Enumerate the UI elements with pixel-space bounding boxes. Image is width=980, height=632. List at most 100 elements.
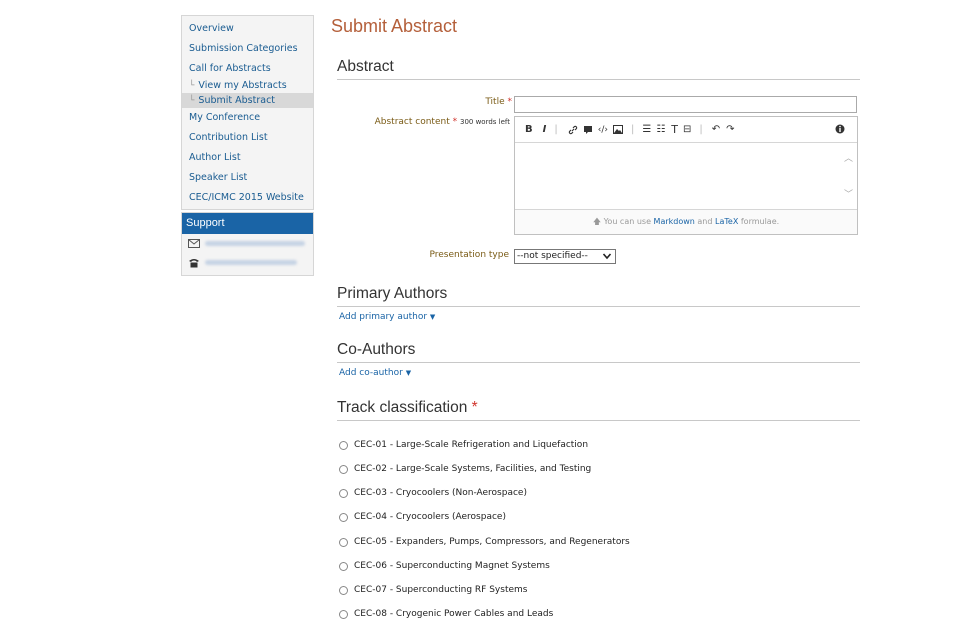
- sidebar-item-my-conference[interactable]: My Conference: [182, 108, 313, 128]
- image-icon[interactable]: [612, 125, 623, 134]
- hint-text: and: [697, 217, 713, 226]
- sidebar-nav: Overview Submission Categories Call for …: [181, 15, 314, 211]
- bold-button[interactable]: B: [525, 124, 533, 135]
- required-mark: *: [507, 97, 513, 107]
- page-title: Submit Abstract: [331, 16, 458, 36]
- phone-icon: [189, 258, 199, 267]
- sidebar-item-call-for-abstracts[interactable]: Call for Abstracts: [182, 59, 313, 79]
- sidebar-item-author-list[interactable]: Author List: [182, 148, 313, 168]
- track-label: CEC-05 - Expanders, Pumps, Compressors, …: [354, 537, 630, 547]
- track-label: CEC-03 - Cryocoolers (Non-Aerospace): [354, 488, 527, 498]
- sidebar-item-speaker-list[interactable]: Speaker List: [182, 168, 313, 188]
- track-option-1[interactable]: CEC-01 - Large-Scale Refrigeration and L…: [339, 440, 588, 450]
- abstract-editor: B I | ‹/› | ☰ ☷ T ⊟ | ↶ ↷ ︿ ﹀ 🡅 You can …: [514, 116, 858, 235]
- section-abstract-heading: Abstract: [337, 58, 860, 80]
- scroll-up-icon[interactable]: ︿: [844, 151, 853, 164]
- ordered-list-icon[interactable]: ☰: [642, 124, 651, 135]
- sidebar-item-submit-abstract[interactable]: └ Submit Abstract: [182, 93, 313, 109]
- section-co-authors-heading: Co-Authors: [337, 341, 860, 363]
- track-option-6[interactable]: CEC-06 - Superconducting Magnet Systems: [339, 561, 550, 571]
- radio-button[interactable]: [339, 537, 348, 547]
- hint-text: You can use: [603, 217, 651, 226]
- radio-button[interactable]: [339, 464, 348, 474]
- unordered-list-icon[interactable]: ☷: [656, 124, 665, 135]
- toolbar-divider: |: [554, 124, 558, 135]
- presentation-type-select[interactable]: --not specified--: [514, 249, 616, 264]
- horizontal-rule-icon[interactable]: ⊟: [683, 124, 691, 135]
- italic-button[interactable]: I: [543, 124, 547, 135]
- track-option-3[interactable]: CEC-03 - Cryocoolers (Non-Aerospace): [339, 488, 527, 498]
- title-label: Title *: [440, 97, 512, 107]
- radio-button[interactable]: [339, 561, 348, 571]
- sidebar-item-label: Submit Abstract: [198, 95, 276, 107]
- section-track-classification-heading: Track classification *: [337, 399, 860, 421]
- content-label-text: Abstract content: [374, 117, 450, 127]
- support-title: Support: [182, 213, 313, 234]
- link-icon[interactable]: [568, 125, 578, 135]
- support-phone-row: [182, 253, 313, 272]
- editor-toolbar: B I | ‹/› | ☰ ☷ T ⊟ | ↶ ↷: [515, 117, 857, 143]
- toolbar-divider: |: [630, 124, 635, 135]
- envelope-icon: [188, 239, 200, 248]
- track-label: CEC-01 - Large-Scale Refrigeration and L…: [354, 440, 589, 450]
- presentation-type-value: --not specified--: [517, 251, 588, 261]
- tree-corner-icon: └: [189, 96, 195, 107]
- track-option-7[interactable]: CEC-07 - Superconducting RF Systems: [339, 585, 527, 595]
- scroll-down-icon[interactable]: ﹀: [844, 187, 853, 200]
- add-co-author-button[interactable]: Add co-author ▼: [339, 368, 411, 378]
- caret-down-icon: ▼: [429, 313, 436, 321]
- add-primary-author-button[interactable]: Add primary author ▼: [339, 312, 435, 322]
- code-icon[interactable]: ‹/›: [598, 125, 608, 135]
- undo-icon[interactable]: ↶: [712, 124, 720, 135]
- track-label: CEC-06 - Superconducting Magnet Systems: [354, 561, 550, 571]
- track-label: CEC-08 - Cryogenic Power Cables and Lead…: [354, 609, 554, 619]
- track-option-4[interactable]: CEC-04 - Cryocoolers (Aerospace): [339, 512, 506, 522]
- upload-arrow-icon: 🡅: [592, 217, 602, 226]
- track-label: CEC-04 - Cryocoolers (Aerospace): [354, 512, 506, 522]
- tree-corner-icon: └: [189, 81, 195, 92]
- sidebar-item-submission-categories[interactable]: Submission Categories: [182, 39, 313, 59]
- radio-button[interactable]: [339, 585, 348, 595]
- sidebar-item-contribution-list[interactable]: Contribution List: [182, 128, 313, 148]
- toolbar-divider: |: [699, 124, 703, 135]
- radio-button[interactable]: [339, 609, 348, 619]
- add-primary-author-label: Add primary author: [339, 312, 428, 322]
- radio-button[interactable]: [339, 488, 348, 498]
- abstract-content-label: Abstract content * 300 words left: [340, 117, 510, 127]
- track-label: CEC-07 - Superconducting RF Systems: [354, 585, 528, 595]
- redacted-phone: [205, 260, 297, 265]
- section-primary-authors-heading: Primary Authors: [337, 285, 860, 307]
- words-left: 300 words left: [459, 118, 510, 126]
- track-option-2[interactable]: CEC-02 - Large-Scale Systems, Facilities…: [339, 464, 591, 474]
- track-option-8[interactable]: CEC-08 - Cryogenic Power Cables and Lead…: [339, 609, 553, 619]
- redacted-email: [205, 241, 305, 246]
- support-email-row[interactable]: [182, 234, 313, 253]
- sidebar-item-overview[interactable]: Overview: [182, 19, 313, 39]
- sidebar-item-website[interactable]: CEC/ICMC 2015 Website: [182, 188, 313, 208]
- track-heading-text: Track classification: [337, 399, 468, 416]
- markdown-hint: 🡅 You can use Markdown and LaTeX formula…: [515, 210, 857, 234]
- required-mark: *: [452, 117, 458, 127]
- latex-link[interactable]: LaTeX: [715, 217, 738, 226]
- add-co-author-label: Add co-author: [339, 368, 403, 378]
- quote-icon[interactable]: [583, 125, 593, 135]
- abstract-textarea[interactable]: ︿ ﹀: [515, 143, 857, 210]
- title-label-text: Title: [485, 97, 505, 107]
- radio-button[interactable]: [339, 512, 348, 522]
- caret-down-icon: ▼: [405, 369, 412, 377]
- presentation-type-label: Presentation type: [429, 250, 510, 260]
- title-input[interactable]: [514, 96, 857, 113]
- redo-icon[interactable]: ↷: [726, 124, 734, 135]
- chevron-down-icon: [602, 253, 612, 260]
- markdown-link[interactable]: Markdown: [654, 217, 695, 226]
- track-option-5[interactable]: CEC-05 - Expanders, Pumps, Compressors, …: [339, 537, 630, 547]
- heading-button[interactable]: T: [671, 123, 678, 136]
- support-box: Support: [181, 212, 314, 276]
- track-label: CEC-02 - Large-Scale Systems, Facilities…: [354, 464, 592, 474]
- info-icon[interactable]: [835, 124, 845, 134]
- sidebar-item-view-my-abstracts[interactable]: └ View my Abstracts: [182, 78, 313, 93]
- required-mark: *: [471, 399, 478, 416]
- sidebar-item-label: View my Abstracts: [198, 80, 287, 92]
- hint-text: formulae.: [740, 217, 780, 226]
- radio-button[interactable]: [339, 440, 348, 450]
